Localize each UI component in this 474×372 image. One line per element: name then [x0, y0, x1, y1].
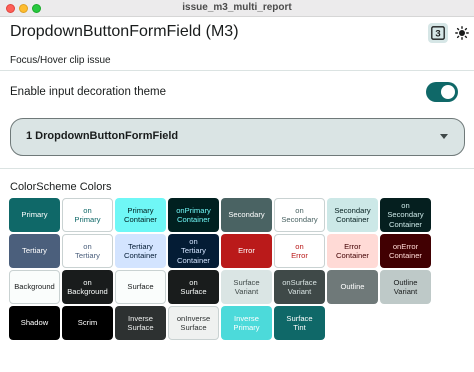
color-swatch-error-container: Error Container — [327, 234, 378, 268]
subtitle: Focus/Hover clip issue — [10, 55, 111, 66]
color-swatch-outline: Outline — [327, 270, 378, 304]
color-swatch-surface-tint: Surface Tint — [274, 306, 325, 340]
color-swatch-on-secondary: on Secondary — [274, 198, 325, 232]
dropdown-button-form-field[interactable]: 1 DropdownButtonFormField — [10, 118, 465, 156]
svg-text:3: 3 — [435, 29, 440, 40]
color-swatch-inverse-primary: Inverse Primary — [221, 306, 272, 340]
color-swatch-primary: Primary — [9, 198, 60, 232]
input-decoration-toggle-label: Enable input decoration theme — [10, 86, 166, 98]
color-swatch-on-surface: on Surface — [168, 270, 219, 304]
theme-mode-button[interactable]: 3 — [428, 23, 448, 43]
colorscheme-section-title: ColorScheme Colors — [10, 181, 112, 193]
color-swatch-scrim: Scrim — [62, 306, 113, 340]
color-swatch-on-tertiary-container: on Tertiary Container — [168, 234, 219, 268]
swatch-row: Shadow Scrim Inverse Surface onInverse Surf… — [9, 306, 474, 340]
input-decoration-switch[interactable] — [426, 82, 458, 102]
sun-icon — [455, 26, 469, 40]
color-swatch-on-background: on Background — [62, 270, 113, 304]
color-swatch-on-primary: on Primary — [62, 198, 113, 232]
colorscheme-grid: Primary on Primary Primary Container onPrim… — [9, 198, 474, 342]
color-swatch-onsurface-variant: onSurface Variant — [274, 270, 325, 304]
color-swatch-onprimary-container: onPrimary Container — [168, 198, 219, 232]
dropdown-selected-value: 1 DropdownButtonFormField — [26, 130, 179, 142]
color-swatch-outline-variant: Outline Variant — [380, 270, 431, 304]
color-swatch-on-tertiary: on Tertiary — [62, 234, 113, 268]
color-swatch-error: Error — [221, 234, 272, 268]
color-swatch-primary-container: Primary Container — [115, 198, 166, 232]
divider — [0, 168, 474, 169]
swatch-row: Background on Background Surface on Surface… — [9, 270, 474, 304]
color-swatch-surface: Surface — [115, 270, 166, 304]
color-swatch-background: Background — [9, 270, 60, 304]
divider — [0, 70, 474, 71]
swatch-row: Primary on Primary Primary Container onPrim… — [9, 198, 474, 232]
color-swatch-secondary: Secondary — [221, 198, 272, 232]
color-swatch-on-secondary-container: on Secondary Container — [380, 198, 431, 232]
counter-3-icon: 3 — [431, 26, 445, 40]
window-titlebar: issue_m3_multi_report — [0, 0, 474, 17]
color-swatch-secondary-container: Secondary Container — [327, 198, 378, 232]
switch-thumb[interactable] — [441, 85, 455, 99]
color-swatch-onerror-container: onError Container — [380, 234, 431, 268]
swatch-row: Tertiary on Tertiary Tertiary Container on … — [9, 234, 474, 268]
color-swatch-surface-variant: Surface Variant — [221, 270, 272, 304]
window-title: issue_m3_multi_report — [182, 2, 292, 13]
page-title: DropdownButtonFormField (M3) — [10, 23, 239, 40]
color-swatch-on-error: on Error — [274, 234, 325, 268]
color-swatch-inverse-surface: Inverse Surface — [115, 306, 166, 340]
color-swatch-shadow: Shadow — [9, 306, 60, 340]
color-swatch-tertiary: Tertiary — [9, 234, 60, 268]
dropdown-arrow-icon — [440, 134, 448, 139]
brightness-toggle-button[interactable] — [452, 23, 472, 43]
color-swatch-oninverse-surface: onInverse Surface — [168, 306, 219, 340]
color-swatch-tertiary-container: Tertiary Container — [115, 234, 166, 268]
